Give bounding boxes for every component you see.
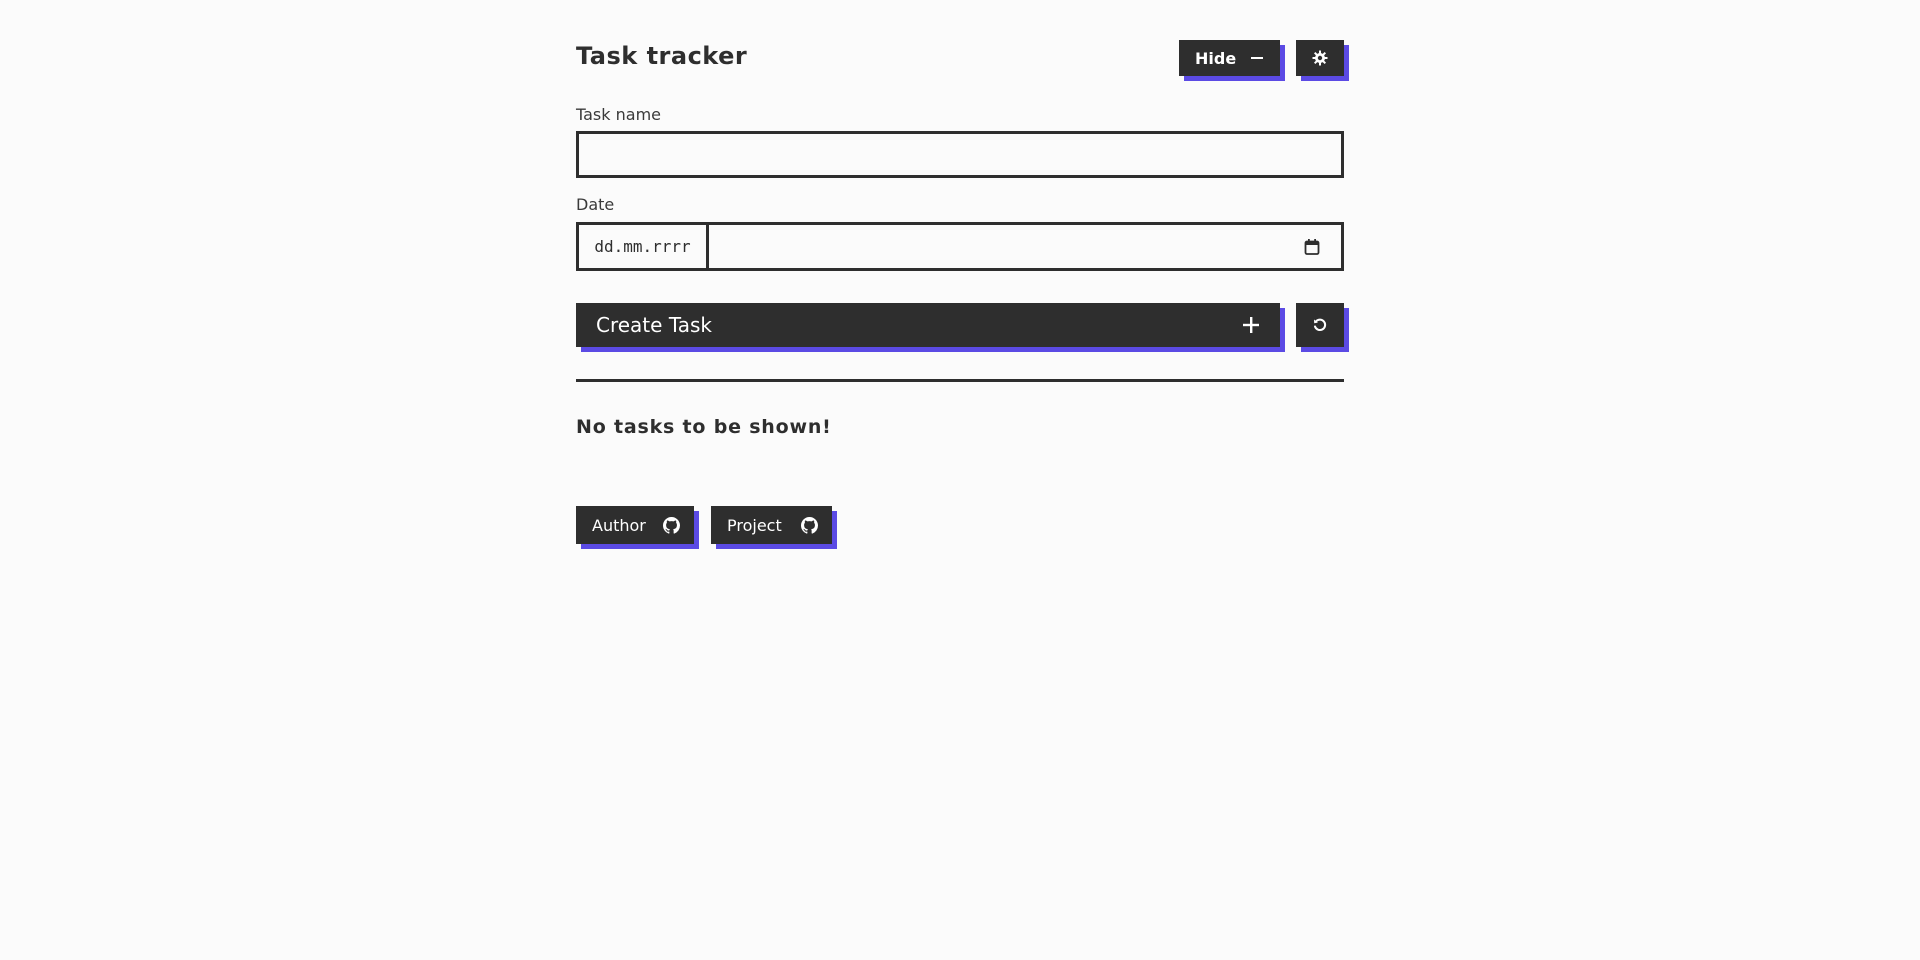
reset-button[interactable] [1296, 303, 1344, 347]
calendar-icon[interactable] [1303, 238, 1321, 256]
date-placeholder: dd.mm.rrrr [579, 225, 709, 268]
header: Task tracker Hide [576, 40, 1344, 76]
divider [576, 379, 1344, 382]
date-input[interactable]: dd.mm.rrrr [576, 222, 1344, 271]
plus-icon [1242, 316, 1260, 334]
task-name-label: Task name [576, 105, 661, 124]
settings-button[interactable] [1296, 40, 1344, 76]
create-task-label: Create Task [596, 313, 712, 337]
project-link-button[interactable]: Project [711, 506, 832, 544]
github-icon [663, 516, 680, 534]
project-link-label: Project [727, 515, 782, 535]
task-name-input[interactable] [576, 131, 1344, 178]
page-title: Task tracker [576, 42, 748, 70]
github-icon [801, 516, 818, 534]
undo-icon [1312, 317, 1328, 333]
author-link-button[interactable]: Author [576, 506, 694, 544]
date-label: Date [576, 195, 615, 214]
minus-icon [1250, 51, 1264, 65]
author-link-label: Author [592, 515, 646, 535]
hide-button-label: Hide [1195, 48, 1237, 68]
empty-tasks-message: No tasks to be shown! [576, 416, 832, 438]
hide-button[interactable]: Hide [1179, 40, 1280, 76]
gear-icon [1312, 50, 1328, 66]
create-task-button[interactable]: Create Task [576, 303, 1280, 347]
